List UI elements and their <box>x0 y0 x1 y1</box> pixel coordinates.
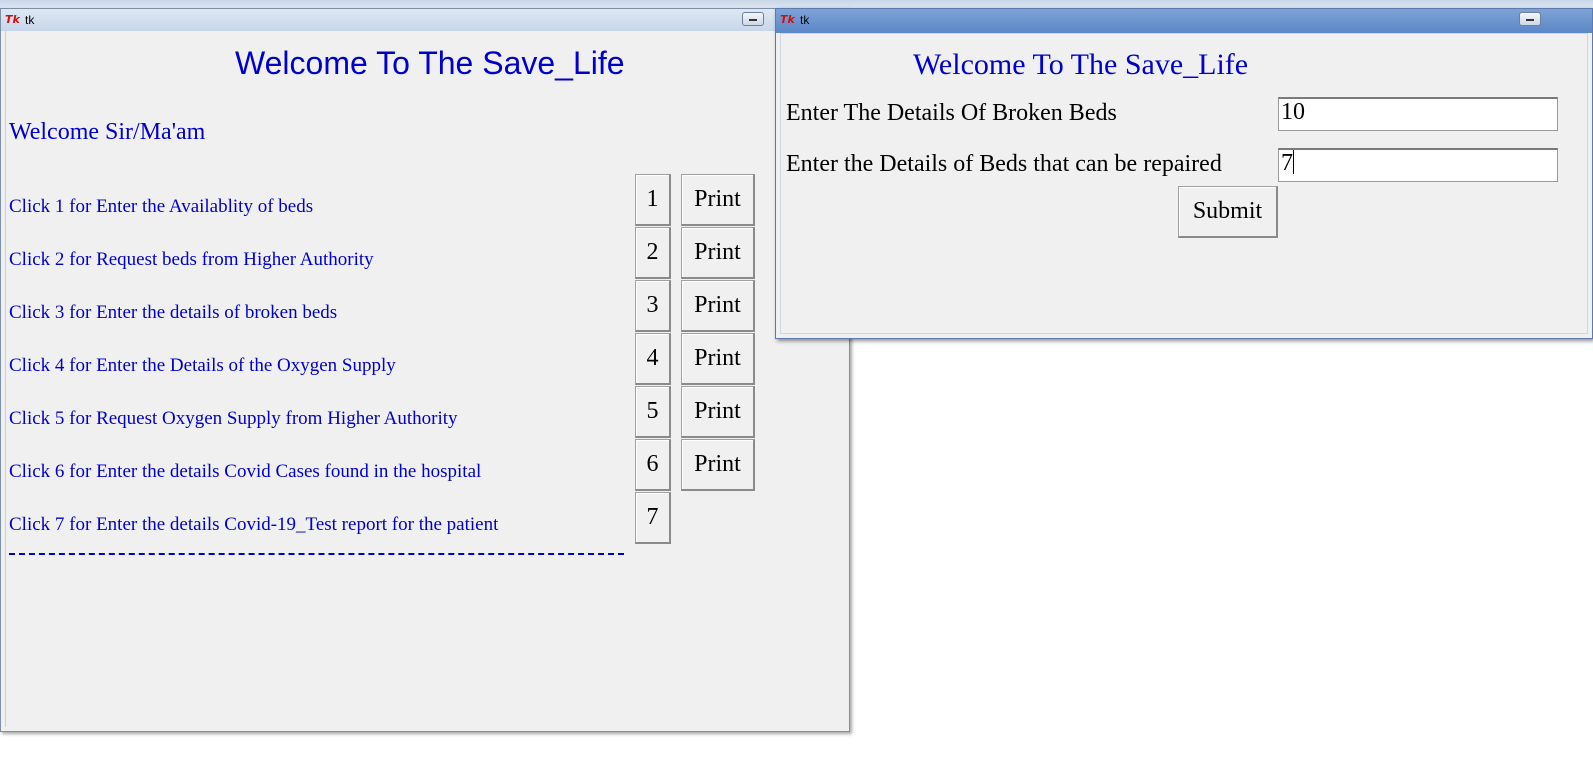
menu-label-6: Click 6 for Enter the details Covid Case… <box>9 461 482 482</box>
dialog-content: Welcome To The Save_Life Enter The Detai… <box>780 33 1588 334</box>
broken-beds-input[interactable]: 10 <box>1278 97 1558 131</box>
menu-label-4: Click 4 for Enter the Details of the Oxy… <box>9 355 396 376</box>
broken-beds-value: 10 <box>1281 99 1305 125</box>
option-7-button[interactable]: 7 <box>635 492 671 544</box>
option-6-button[interactable]: 6 <box>635 439 671 491</box>
page-title: Welcome To The Save_Life <box>235 45 625 81</box>
dialog-titlebar[interactable]: Tk tk <box>776 9 1592 33</box>
repairable-beds-value: 7 <box>1281 150 1293 176</box>
print-2-button[interactable]: Print <box>681 227 755 279</box>
main-window-content: Welcome To The Save_Life Welcome Sir/Ma'… <box>5 31 845 727</box>
menu-label-7: Click 7 for Enter the details Covid-19_T… <box>9 514 499 535</box>
broken-beds-label: Enter The Details Of Broken Beds <box>786 100 1117 126</box>
menu-label-2: Click 2 for Request beds from Higher Aut… <box>9 249 374 270</box>
minimize-icon[interactable] <box>742 12 764 26</box>
menu-label-5: Click 5 for Request Oxygen Supply from H… <box>9 408 458 429</box>
print-5-button[interactable]: Print <box>681 386 755 438</box>
option-3-button[interactable]: 3 <box>635 280 671 332</box>
option-4-button[interactable]: 4 <box>635 333 671 385</box>
option-5-button[interactable]: 5 <box>635 386 671 438</box>
repairable-beds-input[interactable]: 7 <box>1278 148 1558 182</box>
main-window-titlebar[interactable]: Tk tk <box>1 9 849 31</box>
print-1-button[interactable]: Print <box>681 174 755 226</box>
main-window-title: tk <box>25 13 35 27</box>
text-caret <box>1293 150 1294 174</box>
greeting-label: Welcome Sir/Ma'am <box>9 119 206 145</box>
dialog-title: tk <box>800 13 810 27</box>
option-2-button[interactable]: 2 <box>635 227 671 279</box>
print-3-button[interactable]: Print <box>681 280 755 332</box>
option-1-button[interactable]: 1 <box>635 174 671 226</box>
broken-beds-dialog: Tk tk Welcome To The Save_Life Enter The… <box>775 8 1593 339</box>
submit-button[interactable]: Submit <box>1178 186 1278 238</box>
repairable-beds-label: Enter the Details of Beds that can be re… <box>786 151 1222 177</box>
dashed-separator <box>9 553 624 557</box>
dialog-heading: Welcome To The Save_Life <box>913 48 1249 81</box>
main-window: Tk tk Welcome To The Save_Life Welcome S… <box>0 8 850 732</box>
tk-logo-icon: Tk <box>5 13 20 26</box>
menu-label-1: Click 1 for Enter the Availablity of bed… <box>9 196 314 217</box>
minimize-icon[interactable] <box>1519 12 1541 26</box>
tk-logo-icon: Tk <box>780 13 795 26</box>
print-4-button[interactable]: Print <box>681 333 755 385</box>
print-6-button[interactable]: Print <box>681 439 755 491</box>
menu-label-3: Click 3 for Enter the details of broken … <box>9 302 338 323</box>
